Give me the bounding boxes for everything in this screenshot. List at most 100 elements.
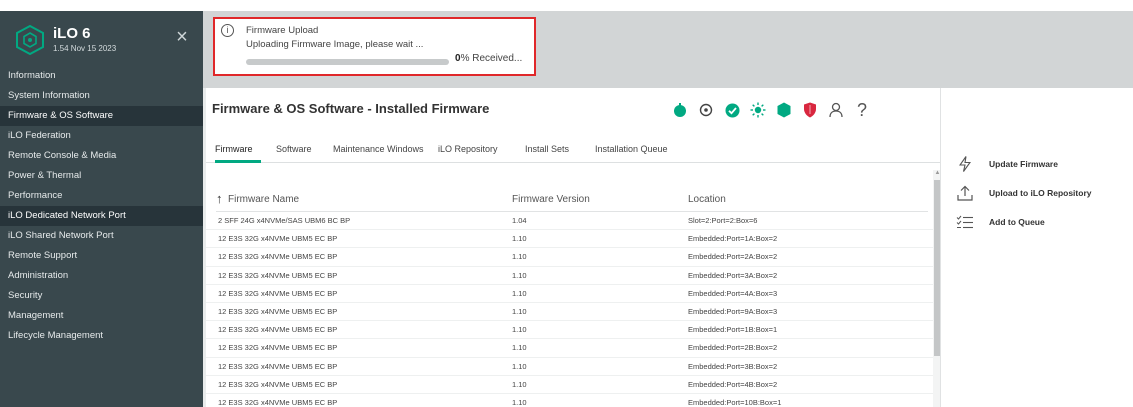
update-firmware-action[interactable]: Update Firmware [955,154,1058,174]
tab-maintenance-windows[interactable]: Maintenance Windows [333,144,424,154]
table-row[interactable]: 12 E3S 32G x4NVMe UBM5 EC BP 1.10 Embedded… [206,394,935,407]
table-row[interactable]: 12 E3S 32G x4NVMe UBM5 EC BP 1.10 Embedded… [206,303,935,322]
table-body: 2 SFF 24G x4NVMe/SAS UBM6 BC BP 1.04 Slot=… [206,212,935,407]
sidebar-item[interactable]: Performance [0,186,203,206]
top-strip [0,0,1133,11]
firmware-version-cell: 1.10 [512,270,527,280]
power-icon[interactable] [670,100,690,120]
app-version: 1.54 Nov 15 2023 [53,44,117,53]
location-cell: Embedded:Port=1A:Box=2 [688,234,778,244]
location-cell: Embedded:Port=1B:Box=1 [688,325,778,335]
firmware-name-cell: 12 E3S 32G x4NVMe UBM5 EC BP [218,270,338,280]
upload-percent-suffix: % Received... [460,53,523,64]
hexagon-status-icon[interactable] [774,100,794,120]
sidebar-item[interactable]: Information [0,66,203,86]
tab-install-sets[interactable]: Install Sets [525,144,569,154]
sidebar-item[interactable]: Administration [0,266,203,286]
firmware-name-cell: 12 E3S 32G x4NVMe UBM5 EC BP [218,252,338,262]
add-to-queue-label: Add to Queue [989,217,1045,227]
location-cell: Embedded:Port=2B:Box=2 [688,343,778,353]
location-cell: Slot=2:Port=2:Box=6 [688,216,758,225]
info-icon: i [221,24,234,37]
location-cell: Embedded:Port=3B:Box=2 [688,361,778,371]
upload-percent: 0% Received... [455,53,522,64]
firmware-version-cell: 1.10 [512,397,527,407]
location-cell: Embedded:Port=9A:Box=3 [688,306,778,316]
upload-icon [955,184,975,202]
firmware-version-cell: 1.10 [512,343,527,353]
sidebar-item[interactable]: Remote Support [0,246,203,266]
location-cell: Embedded:Port=3A:Box=2 [688,270,778,280]
close-icon[interactable]: × [172,27,192,47]
firmware-name-cell: 12 E3S 32G x4NVMe UBM5 EC BP [218,361,338,371]
sidebar-item[interactable]: System Information [0,86,203,106]
notification-area: i Firmware Upload Uploading Firmware Ima… [203,11,1133,88]
sidebar-item[interactable]: iLO Federation [0,126,203,146]
column-header-firmware-name[interactable]: Firmware Name [228,194,299,205]
location-cell: Embedded:Port=10B:Box=1 [688,397,782,407]
flash-icon [955,155,975,173]
ilo-logo-icon [16,24,44,56]
column-header-location[interactable]: Location [688,194,726,205]
help-icon[interactable]: ? [852,100,872,120]
sidebar-item[interactable]: Security [0,286,203,306]
tab-installation-queue[interactable]: Installation Queue [595,144,668,154]
sun-icon[interactable] [748,100,768,120]
table-row[interactable]: 2 SFF 24G x4NVMe/SAS UBM6 BC BP 1.04 Slot=… [206,212,935,231]
firmware-version-cell: 1.04 [512,216,527,225]
app-title: iLO 6 [53,25,91,42]
tab-ilo-repository[interactable]: iLO Repository [438,144,498,154]
firmware-name-cell: 12 E3S 32G x4NVMe UBM5 EC BP [218,306,338,316]
table-row[interactable]: 12 E3S 32G x4NVMe UBM5 EC BP 1.10 Embedded… [206,358,935,376]
firmware-version-cell: 1.10 [512,379,527,389]
upload-notification: i Firmware Upload Uploading Firmware Ima… [213,17,536,76]
firmware-name-cell: 12 E3S 32G x4NVMe UBM5 EC BP [218,379,338,389]
table-row[interactable]: 12 E3S 32G x4NVMe UBM5 EC BP 1.10 Embedded… [206,248,935,267]
column-header-firmware-version[interactable]: Firmware Version [512,194,590,205]
sidebar-item[interactable]: Management [0,306,203,326]
location-cell: Embedded:Port=4A:Box=3 [688,288,778,298]
location-cell: Embedded:Port=2A:Box=2 [688,252,778,262]
check-status-icon[interactable] [722,100,742,120]
table-row[interactable]: 12 E3S 32G x4NVMe UBM5 EC BP 1.10 Embedded… [206,285,935,303]
firmware-name-cell: 12 E3S 32G x4NVMe UBM5 EC BP [218,325,338,335]
table-row[interactable]: 12 E3S 32G x4NVMe UBM5 EC BP 1.10 Embedded… [206,267,935,285]
firmware-name-cell: 12 E3S 32G x4NVMe UBM5 EC BP [218,397,338,407]
table-row[interactable]: 12 E3S 32G x4NVMe UBM5 EC BP 1.10 Embedded… [206,230,935,249]
table-row[interactable]: 12 E3S 32G x4NVMe UBM5 EC BP 1.10 Embedded… [206,321,935,340]
user-icon[interactable] [826,100,846,120]
notification-message: Uploading Firmware Image, please wait ..… [246,39,424,50]
update-firmware-label: Update Firmware [989,159,1058,169]
tab-firmware[interactable]: Firmware [215,144,253,154]
firmware-version-cell: 1.10 [512,361,527,371]
add-to-queue-action[interactable]: Add to Queue [955,212,1045,232]
sidebar-item[interactable]: Power & Thermal [0,166,203,186]
active-tab-indicator [215,160,261,163]
table-row[interactable]: 12 E3S 32G x4NVMe UBM5 EC BP 1.10 Embedded… [206,339,935,358]
firmware-version-cell: 1.10 [512,234,527,244]
firmware-version-cell: 1.10 [512,288,527,298]
upload-progress-bar [246,59,449,65]
status-icon-bar: ? [670,98,878,122]
tab-bar: Firmware Software Maintenance Windows iL… [206,136,940,163]
sidebar-item[interactable]: iLO Shared Network Port [0,226,203,246]
firmware-name-cell: 12 E3S 32G x4NVMe UBM5 EC BP [218,234,338,244]
firmware-name-cell: 12 E3S 32G x4NVMe UBM5 EC BP [218,288,338,298]
tab-software[interactable]: Software [276,144,312,154]
main-content: Firmware & OS Software - Installed Firmw… [206,88,942,407]
location-cell: Embedded:Port=4B:Box=2 [688,379,778,389]
sidebar-nav: Information System Information Firmware & … [0,66,203,346]
table-row[interactable]: 12 E3S 32G x4NVMe UBM5 EC BP 1.10 Embedded… [206,376,935,394]
firmware-table: ↑ Firmware Name Firmware Version Locatio… [206,166,935,407]
firmware-name-cell: 2 SFF 24G x4NVMe/SAS UBM6 BC BP [218,216,351,225]
sidebar-item[interactable]: Remote Console & Media [0,146,203,166]
sidebar-item[interactable]: iLO Dedicated Network Port [0,206,203,226]
target-icon[interactable] [696,100,716,120]
page-title: Firmware & OS Software - Installed Firmw… [212,101,490,116]
sidebar-item[interactable]: Lifecycle Management [0,326,203,346]
sidebar-header: iLO 6 1.54 Nov 15 2023 × [0,11,203,67]
upload-to-repository-action[interactable]: Upload to iLO Repository [955,183,1091,203]
shield-icon[interactable] [800,100,820,120]
sort-ascending-icon[interactable]: ↑ [216,192,223,205]
sidebar-item[interactable]: Firmware & OS Software [0,106,203,126]
